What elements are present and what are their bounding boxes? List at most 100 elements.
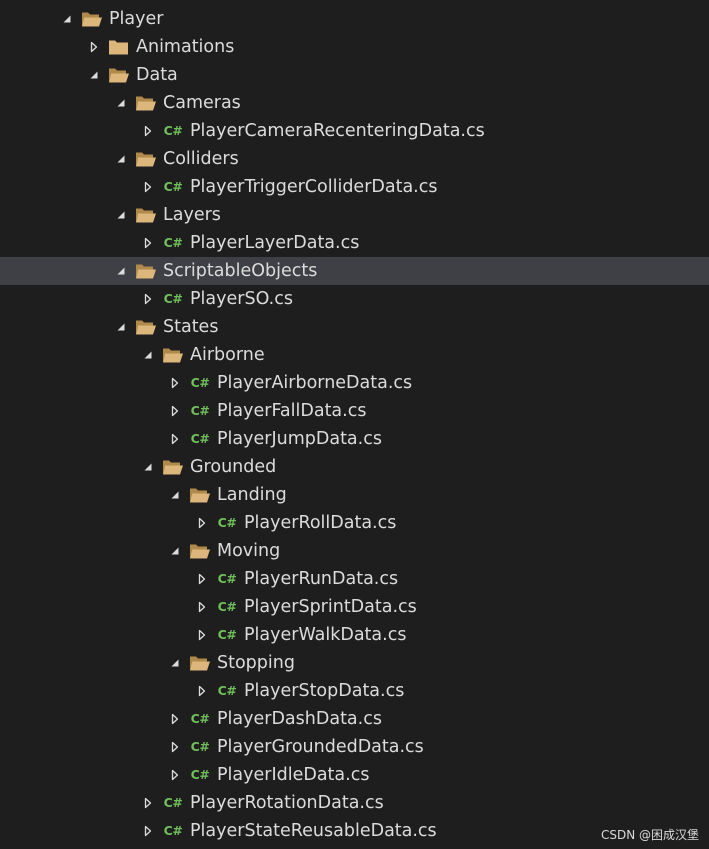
collapse-arrow-icon[interactable]	[112, 89, 130, 117]
folder-icon	[107, 33, 131, 61]
tree-folder-row[interactable]: Moving	[0, 537, 709, 565]
tree-file-row[interactable]: C# PlayerStopData.cs	[0, 677, 709, 705]
expand-arrow-icon[interactable]	[193, 621, 211, 649]
collapse-arrow-icon[interactable]	[166, 537, 184, 565]
tree-item-label: PlayerRunData.cs	[244, 569, 399, 589]
expand-arrow-icon[interactable]	[166, 761, 184, 789]
tree-item-label: PlayerGroundedData.cs	[217, 737, 424, 757]
tree-folder-row[interactable]: Airborne	[0, 341, 709, 369]
tree-file-row[interactable]: C# PlayerWalkData.cs	[0, 621, 709, 649]
expand-arrow-icon[interactable]	[193, 677, 211, 705]
expand-arrow-icon[interactable]	[166, 397, 184, 425]
collapse-arrow-icon[interactable]	[112, 313, 130, 341]
csharp-icon-text: C#	[217, 571, 237, 586]
tree-file-row[interactable]: C# PlayerAirborneData.cs	[0, 369, 709, 397]
tree-folder-row[interactable]: Grounded	[0, 453, 709, 481]
tree-folder-row[interactable]: Data	[0, 61, 709, 89]
collapse-arrow-icon[interactable]	[58, 5, 76, 33]
tree-item-label: PlayerStateReusableData.cs	[190, 821, 437, 841]
expand-arrow-icon[interactable]	[193, 593, 211, 621]
tree-item-label: PlayerStopData.cs	[244, 681, 405, 701]
folder-icon	[134, 145, 158, 173]
tree-item-label: PlayerSprintData.cs	[244, 597, 417, 617]
tree-file-row[interactable]: C# PlayerTriggerColliderData.cs	[0, 173, 709, 201]
tree-folder-row[interactable]: Layers	[0, 201, 709, 229]
expand-arrow-icon[interactable]	[166, 425, 184, 453]
tree-item-label: Stopping	[217, 653, 295, 673]
tree-file-row[interactable]: C# PlayerJumpData.cs	[0, 425, 709, 453]
tree-file-row[interactable]: C# PlayerDashData.cs	[0, 705, 709, 733]
folder-icon	[134, 89, 158, 117]
tree-file-row[interactable]: C# PlayerCameraRecenteringData.cs	[0, 117, 709, 145]
tree-file-row[interactable]: C# PlayerIdleData.cs	[0, 761, 709, 789]
collapse-arrow-icon[interactable]	[166, 649, 184, 677]
expand-arrow-icon[interactable]	[193, 509, 211, 537]
tree-folder-row[interactable]: Cameras	[0, 89, 709, 117]
tree-item-label: PlayerSO.cs	[190, 289, 293, 309]
csharp-icon-text: C#	[190, 739, 210, 754]
tree-item-label: Landing	[217, 485, 287, 505]
tree-folder-row[interactable]: ScriptableObjects	[0, 257, 709, 285]
folder-icon	[80, 5, 104, 33]
csharp-icon-text: C#	[163, 179, 183, 194]
folder-icon	[188, 649, 212, 677]
csharp-icon-text: C#	[217, 515, 237, 530]
tree-item-label: Colliders	[163, 149, 239, 169]
tree-file-row[interactable]: C# PlayerSprintData.cs	[0, 593, 709, 621]
csharp-file-icon: C#	[188, 425, 212, 453]
tree-item-label: PlayerAirborneData.cs	[217, 373, 413, 393]
folder-icon	[188, 537, 212, 565]
tree-file-row[interactable]: C# PlayerSO.cs	[0, 285, 709, 313]
tree-file-row[interactable]: C# PlayerGroundedData.cs	[0, 733, 709, 761]
expand-arrow-icon[interactable]	[139, 173, 157, 201]
tree-item-label: PlayerJumpData.cs	[217, 429, 382, 449]
tree-file-row[interactable]: C# PlayerRotationData.cs	[0, 789, 709, 817]
collapse-arrow-icon[interactable]	[166, 481, 184, 509]
csharp-file-icon: C#	[188, 397, 212, 425]
expand-arrow-icon[interactable]	[139, 117, 157, 145]
expand-arrow-icon[interactable]	[166, 705, 184, 733]
csharp-icon-text: C#	[163, 123, 183, 138]
csharp-icon-text: C#	[190, 711, 210, 726]
expand-arrow-icon[interactable]	[139, 285, 157, 313]
csharp-file-icon: C#	[161, 285, 185, 313]
tree-item-label: PlayerTriggerColliderData.cs	[190, 177, 438, 197]
csharp-icon-text: C#	[190, 403, 210, 418]
expand-arrow-icon[interactable]	[139, 229, 157, 257]
collapse-arrow-icon[interactable]	[112, 201, 130, 229]
collapse-arrow-icon[interactable]	[112, 145, 130, 173]
tree-item-label: Grounded	[190, 457, 277, 477]
csharp-file-icon: C#	[161, 173, 185, 201]
tree-file-row[interactable]: C# PlayerRollData.cs	[0, 509, 709, 537]
tree-item-label: PlayerFallData.cs	[217, 401, 367, 421]
tree-folder-row[interactable]: States	[0, 313, 709, 341]
csharp-file-icon: C#	[188, 369, 212, 397]
collapse-arrow-icon[interactable]	[139, 341, 157, 369]
tree-folder-row[interactable]: Colliders	[0, 145, 709, 173]
tree-file-row[interactable]: C# PlayerLayerData.cs	[0, 229, 709, 257]
tree-folder-row[interactable]: Player	[0, 5, 709, 33]
tree-item-label: Airborne	[190, 345, 265, 365]
tree-file-row[interactable]: C# PlayerRunData.cs	[0, 565, 709, 593]
expand-arrow-icon[interactable]	[85, 33, 103, 61]
expand-arrow-icon[interactable]	[166, 733, 184, 761]
tree-item-label: PlayerIdleData.cs	[217, 765, 370, 785]
expand-arrow-icon[interactable]	[166, 369, 184, 397]
expand-arrow-icon[interactable]	[139, 817, 157, 845]
collapse-arrow-icon[interactable]	[85, 61, 103, 89]
csharp-file-icon: C#	[161, 817, 185, 845]
folder-icon	[134, 201, 158, 229]
csharp-icon-text: C#	[163, 823, 183, 838]
expand-arrow-icon[interactable]	[193, 565, 211, 593]
tree-folder-row[interactable]: Animations	[0, 33, 709, 61]
tree-folder-row[interactable]: Landing	[0, 481, 709, 509]
csharp-file-icon: C#	[215, 621, 239, 649]
csharp-icon-text: C#	[163, 291, 183, 306]
csharp-file-icon: C#	[188, 733, 212, 761]
tree-folder-row[interactable]: Stopping	[0, 649, 709, 677]
csharp-icon-text: C#	[163, 795, 183, 810]
collapse-arrow-icon[interactable]	[139, 453, 157, 481]
expand-arrow-icon[interactable]	[139, 789, 157, 817]
tree-file-row[interactable]: C# PlayerFallData.cs	[0, 397, 709, 425]
collapse-arrow-icon[interactable]	[112, 257, 130, 285]
